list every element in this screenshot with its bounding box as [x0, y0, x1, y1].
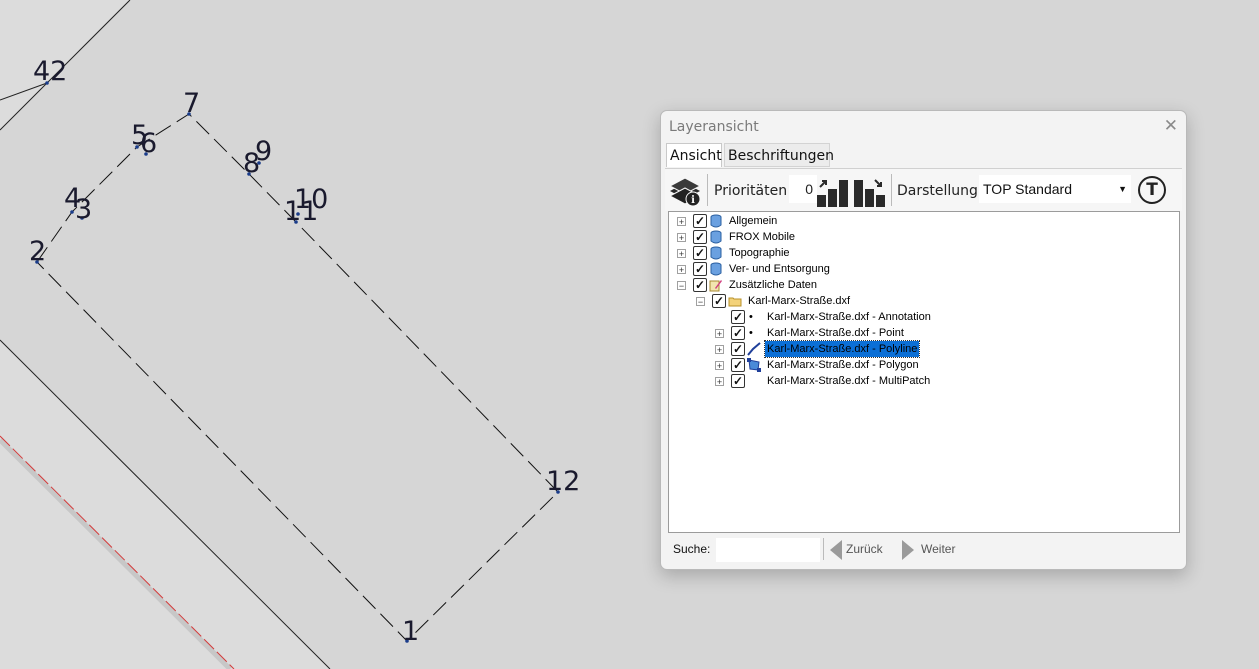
point-label: 12 [546, 466, 580, 497]
dot-icon: • [749, 311, 753, 323]
tree-item-topographie[interactable]: + ✓ Topographie [677, 245, 977, 261]
layer-edit-icon [709, 280, 722, 292]
layer-checkbox[interactable]: ✓ [693, 246, 707, 260]
layer-checkbox[interactable]: ✓ [731, 326, 745, 340]
tree-item-polyline[interactable]: + ✓ Karl-Marx-Straße.dxf - Polyline [715, 340, 1015, 358]
tree-item-label: Topographie [729, 247, 790, 259]
tree-item-label: Karl-Marx-Straße.dxf [748, 295, 851, 307]
expand-icon[interactable]: + [715, 361, 724, 371]
toolbar-separator [891, 174, 892, 206]
bottom-bar: Suche: Zurück Weiter [668, 536, 1182, 564]
prioritaeten-label: Prioritäten [714, 183, 788, 199]
search-label: Suche: [673, 542, 711, 556]
point-label: 7 [183, 88, 200, 119]
forward-button[interactable]: Weiter [921, 542, 955, 556]
collapse-icon[interactable]: − [696, 297, 705, 307]
layer-checkbox[interactable]: ✓ [731, 342, 745, 356]
layer-tree[interactable]: + ✓ Allgemein + ✓ FROX Mobile + ✓ Topogr… [668, 211, 1180, 533]
search-input[interactable] [716, 538, 820, 562]
polygon-icon [747, 358, 761, 372]
dot-icon: • [749, 327, 753, 339]
darstellung-value: TOP Standard [983, 181, 1072, 197]
point-label: 1 [402, 616, 419, 647]
expand-icon[interactable]: + [677, 265, 686, 275]
window-title: Layeransicht [669, 119, 759, 135]
point-label: 42 [33, 56, 67, 87]
point-label: 2 [29, 236, 46, 267]
layer-checkbox[interactable]: ✓ [693, 230, 707, 244]
tab-ansicht[interactable]: Ansicht [666, 143, 722, 167]
forward-arrow-icon[interactable] [902, 540, 914, 560]
svg-text:i: i [691, 195, 695, 206]
layer-checkbox[interactable]: ✓ [731, 374, 745, 388]
database-icon [710, 214, 722, 228]
layer-checkbox[interactable]: ✓ [731, 358, 745, 372]
layer-checkbox[interactable]: ✓ [693, 262, 707, 276]
layer-window: Layeransicht ✕ Ansicht Beschriftungen i … [660, 110, 1187, 570]
database-icon [710, 246, 722, 260]
tree-item-multipatch[interactable]: + ✓ Karl-Marx-Straße.dxf - MultiPatch [715, 373, 1015, 389]
layer-checkbox[interactable]: ✓ [712, 294, 726, 308]
point-label: 3 [75, 194, 92, 225]
database-icon [710, 262, 722, 276]
darstellung-select[interactable]: TOP Standard ▼ [979, 175, 1131, 203]
expand-icon[interactable]: + [715, 377, 724, 387]
point-label: 9 [255, 136, 272, 167]
toolbar-separator [823, 538, 824, 560]
tree-item-label: Ver- und Entsorgung [729, 263, 830, 275]
tree-item-label: Karl-Marx-Straße.dxf - Annotation [767, 311, 931, 323]
folder-icon [728, 297, 742, 307]
back-arrow-icon[interactable] [830, 540, 842, 560]
layer-checkbox[interactable]: ✓ [693, 278, 707, 292]
database-icon [710, 230, 722, 244]
tree-item-label: Karl-Marx-Straße.dxf - MultiPatch [767, 375, 931, 387]
tree-item-dxf-folder[interactable]: − ✓ Karl-Marx-Straße.dxf [696, 293, 996, 309]
toolbar: i Prioritäten 0 Darstellung TOP Standard… [665, 168, 1182, 211]
tree-item-label: Karl-Marx-Straße.dxf - Polygon [767, 359, 919, 371]
text-toggle-button[interactable]: T [1138, 176, 1166, 204]
expand-icon[interactable]: + [677, 233, 686, 243]
priority-bars-icon[interactable] [817, 177, 889, 207]
tab-beschriftungen[interactable]: Beschriftungen [724, 143, 834, 167]
layers-info-icon[interactable]: i [668, 173, 702, 207]
tree-item-label: Zusätzliche Daten [729, 279, 818, 291]
tree-item-ver-und-entsorgung[interactable]: + ✓ Ver- und Entsorgung [677, 261, 977, 277]
expand-icon[interactable]: + [715, 329, 724, 339]
prioritaeten-value[interactable]: 0 [789, 175, 817, 203]
polyline-icon [747, 342, 761, 356]
expand-icon[interactable]: + [677, 249, 686, 259]
tree-item-point[interactable]: + ✓ • Karl-Marx-Straße.dxf - Point [715, 325, 1015, 341]
window-titlebar[interactable]: Layeransicht ✕ [661, 111, 1186, 143]
tree-item-frox-mobile[interactable]: + ✓ FROX Mobile [677, 229, 977, 245]
chevron-down-icon: ▼ [1118, 184, 1127, 194]
layer-checkbox[interactable]: ✓ [731, 310, 745, 324]
expand-icon[interactable]: + [677, 217, 686, 227]
point-label: 6 [140, 128, 157, 159]
close-icon[interactable]: ✕ [1164, 116, 1178, 136]
toolbar-separator [707, 174, 708, 206]
point-label: 11 [284, 196, 318, 227]
collapse-icon[interactable]: − [677, 281, 686, 291]
layer-checkbox[interactable]: ✓ [693, 214, 707, 228]
tree-item-allgemein[interactable]: + ✓ Allgemein [677, 213, 977, 229]
tree-item-polygon[interactable]: + ✓ Karl-Marx-Straße.dxf - Polygon [715, 357, 1015, 373]
back-button[interactable]: Zurück [846, 542, 883, 556]
tree-item-label: FROX Mobile [729, 231, 796, 243]
tree-item-zusaetzliche-daten[interactable]: − ✓ Zusätzliche Daten [677, 277, 977, 293]
expand-icon[interactable]: + [715, 345, 724, 355]
tree-item-label-selected: Karl-Marx-Straße.dxf - Polyline [763, 340, 921, 358]
tree-item-annotation[interactable]: ✓ • Karl-Marx-Straße.dxf - Annotation [715, 309, 1015, 325]
darstellung-label: Darstellung [897, 183, 978, 199]
tree-item-label: Allgemein [729, 215, 778, 227]
tree-item-label: Karl-Marx-Straße.dxf - Point [767, 327, 904, 339]
